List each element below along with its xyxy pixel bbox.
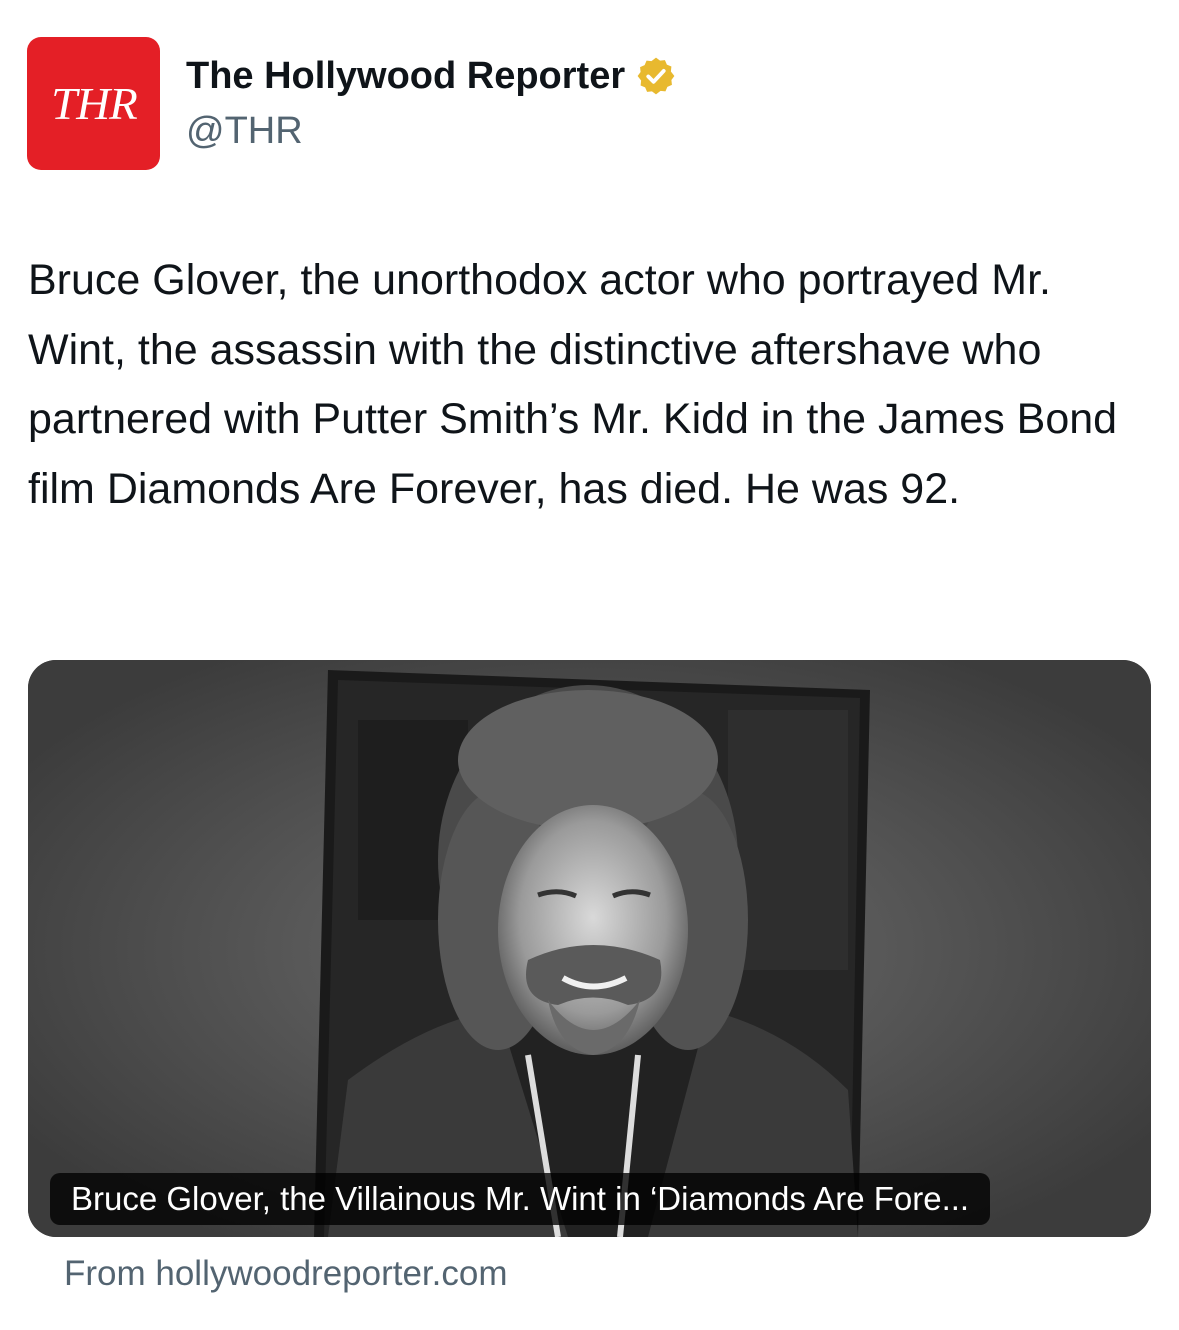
link-source[interactable]: From hollywoodreporter.com (64, 1252, 508, 1296)
avatar[interactable]: THR (27, 37, 160, 170)
author-display-name[interactable]: The Hollywood Reporter (186, 52, 677, 100)
author-handle[interactable]: @THR (186, 108, 303, 154)
verified-badge-icon (637, 57, 675, 95)
link-card[interactable]: Bruce Glover, the Villainous Mr. Wint in… (28, 660, 1151, 1237)
link-card-caption: Bruce Glover, the Villainous Mr. Wint in… (50, 1173, 991, 1225)
tweet-text: Bruce Glover, the unorthodox actor who p… (28, 256, 1118, 513)
article-photo (28, 660, 1151, 1237)
thr-logo: THR (50, 78, 138, 129)
author-name-text: The Hollywood Reporter (186, 55, 626, 97)
